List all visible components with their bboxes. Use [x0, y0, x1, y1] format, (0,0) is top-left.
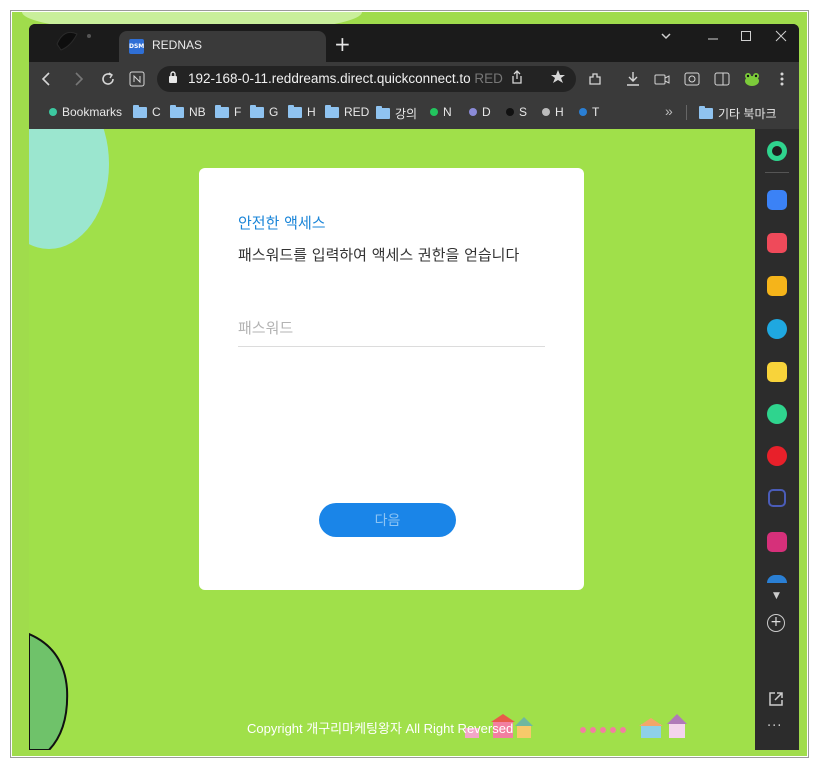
bookmarks-overflow-button[interactable]: »: [665, 103, 673, 119]
bookmark-label: F: [234, 105, 242, 119]
sidebar-toggle-icon[interactable]: [712, 69, 732, 92]
play-icon[interactable]: [767, 404, 787, 424]
profile-frog-icon[interactable]: [742, 69, 762, 93]
download-icon[interactable]: [623, 69, 643, 92]
page-content: 안전한 액세스 패스워드를 입력하여 액세스 권한을 얻습니다 다음 Copyr…: [29, 129, 755, 750]
minimize-button[interactable]: [707, 30, 719, 46]
tab-search-icon[interactable]: [660, 30, 672, 46]
bookmark-icon: [506, 108, 514, 116]
bookmark-label: G: [269, 105, 279, 119]
address-bar[interactable]: 192-168-0-11.reddreams.direct.quickconne…: [157, 66, 576, 92]
close-window-button[interactable]: [775, 30, 787, 46]
bookmark-label: NB: [189, 105, 206, 119]
menu-more-icon[interactable]: [772, 69, 792, 92]
toolbar: 192-168-0-11.reddreams.direct.quickconne…: [29, 62, 799, 96]
reload-button[interactable]: [98, 69, 118, 92]
bookmark-folder[interactable]: C: [133, 104, 161, 119]
bookmark-icon: [542, 108, 550, 116]
bookmark-label: Bookmarks: [62, 105, 123, 119]
frog-theme-icon: [56, 31, 91, 51]
side-panel: ▼ + ···: [755, 129, 799, 750]
dsm-favicon-icon: DSM: [129, 39, 144, 54]
scroll-down-icon[interactable]: ▼: [773, 591, 780, 601]
pocket-icon[interactable]: [767, 233, 787, 253]
maximize-button[interactable]: [740, 30, 752, 46]
favorites-star-icon[interactable]: [767, 276, 787, 296]
divider: [765, 172, 789, 173]
memo-icon[interactable]: [767, 362, 787, 382]
browser-window: DSM REDNAS + 192-168-0-11.reddreams.dire…: [29, 24, 799, 750]
share-icon[interactable]: [507, 69, 527, 90]
instagram-icon[interactable]: [767, 532, 787, 552]
url-text: 192-168-0-11.reddreams.direct.quickconne…: [188, 71, 503, 86]
bookmark-label: S: [519, 105, 528, 119]
more-options-icon[interactable]: ···: [767, 719, 782, 734]
bookmark-label: N: [443, 105, 452, 119]
back-button[interactable]: [37, 69, 57, 91]
folder-icon: [170, 104, 184, 118]
screenshot-icon[interactable]: [682, 69, 702, 92]
bookmark-label: 기타 북마크: [718, 107, 777, 121]
bookmark-label: H: [307, 105, 316, 119]
add-panel-icon[interactable]: +: [767, 614, 785, 632]
bookmark-item[interactable]: T: [579, 105, 599, 119]
folder-icon: [250, 104, 264, 118]
briefcase-icon[interactable]: [767, 190, 787, 210]
bookmark-folder[interactable]: F: [215, 104, 242, 119]
video-icon[interactable]: [652, 69, 672, 92]
bookmark-folder[interactable]: 강의: [376, 105, 417, 122]
bookmarks-bar: Bookmarks C NB F G H RED 강의 N D S H T » …: [29, 96, 799, 129]
copyright-text: Copyright 개구리마케팅왕자 All Right Reversed: [247, 721, 514, 736]
bookmark-label: T: [592, 105, 600, 119]
extensions-icon[interactable]: [585, 69, 605, 92]
bookmark-icon: [469, 108, 477, 116]
tab-rednas[interactable]: DSM REDNAS: [119, 31, 326, 62]
folder-icon: [215, 104, 229, 118]
folder-icon: [288, 104, 302, 118]
bookmark-label: D: [482, 105, 491, 119]
card-heading: 안전한 액세스: [238, 214, 326, 232]
password-input[interactable]: [238, 310, 545, 347]
lock-icon: [169, 71, 177, 83]
next-button[interactable]: 다음: [319, 503, 456, 537]
folder-icon: [325, 104, 339, 118]
bookmark-item[interactable]: Bookmarks: [49, 105, 122, 119]
bookmark-item[interactable]: D: [469, 105, 491, 119]
bookmark-icon: [579, 108, 587, 116]
divider: [686, 105, 687, 120]
bookmark-star-icon[interactable]: [549, 69, 569, 90]
naver-icon[interactable]: [127, 69, 147, 92]
bookmark-folder[interactable]: H: [288, 104, 316, 119]
card-description: 패스워드를 입력하여 액세스 권한을 얻습니다: [238, 246, 520, 264]
music-icon[interactable]: [767, 446, 787, 466]
new-tab-button[interactable]: +: [334, 34, 351, 54]
bookmark-icon: [430, 108, 438, 116]
edit-icon[interactable]: [768, 489, 786, 507]
bookmark-item[interactable]: S: [506, 105, 527, 119]
title-bar: DSM REDNAS +: [29, 24, 799, 62]
bookmark-label: C: [152, 105, 161, 119]
open-external-icon[interactable]: [768, 691, 784, 711]
bookmark-folder[interactable]: NB: [170, 104, 206, 119]
bookmark-label: RED: [344, 105, 370, 119]
forward-button[interactable]: [68, 69, 88, 91]
folder-icon: [376, 106, 390, 119]
bookmark-label: H: [555, 105, 564, 119]
papago-icon[interactable]: [767, 319, 787, 339]
frog-decoration: [29, 632, 69, 750]
bookmarks-icon: [49, 108, 57, 116]
bookmark-folder[interactable]: G: [250, 104, 279, 119]
bookmark-folder[interactable]: RED: [325, 104, 370, 119]
facebook-icon[interactable]: [767, 575, 787, 583]
folder-icon: [133, 104, 147, 118]
tab-title: REDNAS: [152, 38, 203, 52]
whale-green-icon[interactable]: [767, 141, 787, 161]
other-bookmarks-folder[interactable]: 기타 북마크: [699, 105, 777, 122]
bookmark-label: 강의: [395, 107, 418, 121]
bookmark-item[interactable]: N: [430, 105, 452, 119]
folder-icon: [699, 106, 713, 119]
decoration-circle: [29, 129, 109, 249]
bookmark-item[interactable]: H: [542, 105, 564, 119]
login-card: 안전한 액세스 패스워드를 입력하여 액세스 권한을 얻습니다 다음: [199, 168, 584, 590]
